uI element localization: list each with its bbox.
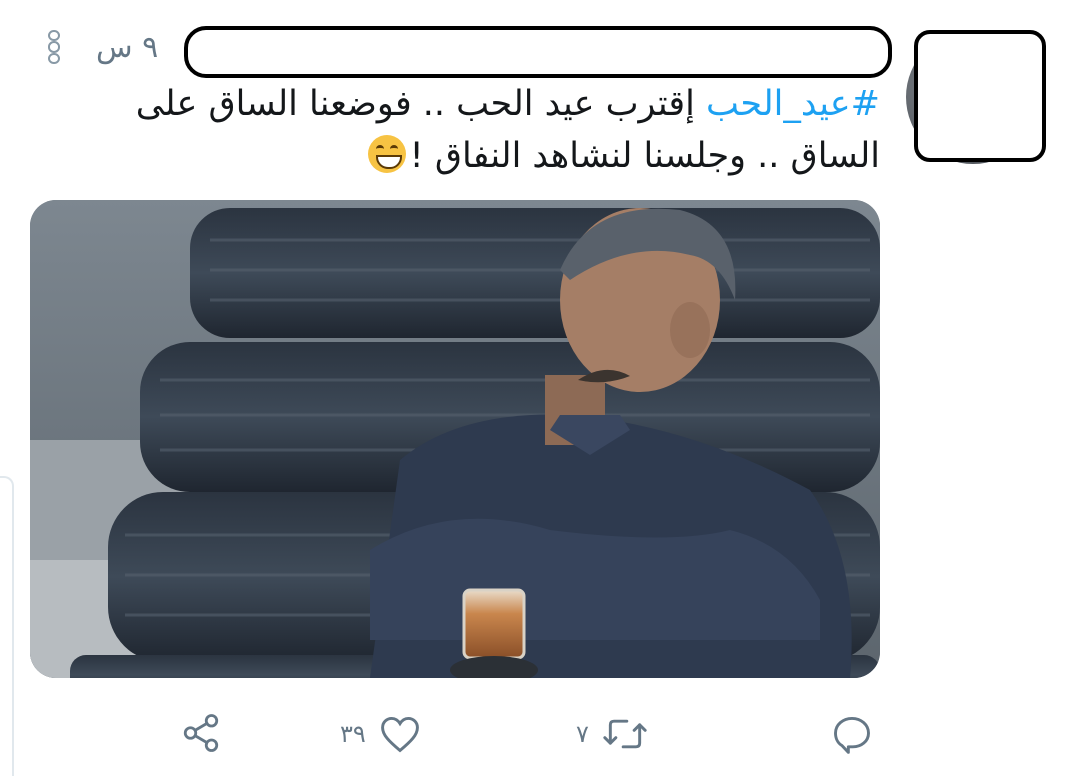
tweet-card: ٩ س #عيد_الحب إقترب عيد الحب .. فوضعنا ا… — [0, 0, 1080, 776]
tweet-text: #عيد_الحب إقترب عيد الحب .. فوضعنا الساق… — [100, 78, 880, 182]
share-icon — [183, 714, 219, 752]
share-button[interactable] — [180, 712, 222, 754]
hashtag-link[interactable]: #عيد_الحب — [706, 84, 880, 124]
heart-icon — [380, 716, 419, 753]
retweet-count: ٧ — [576, 720, 589, 748]
tweet-timestamp[interactable]: ٩ س — [96, 30, 158, 65]
photo-illustration — [30, 200, 880, 678]
grinning-face-emoji-icon — [367, 135, 406, 173]
reply-icon — [834, 716, 870, 754]
avatar-redaction — [914, 30, 1046, 162]
more-options-icon[interactable] — [44, 30, 64, 64]
tweet-actions-bar: ٣٩ ٧ — [0, 700, 1080, 770]
like-button[interactable]: ٣٩ — [340, 712, 422, 756]
tweet-photo[interactable] — [30, 200, 880, 678]
retweet-button[interactable]: ٧ — [576, 712, 649, 756]
avatar[interactable] — [900, 24, 1046, 170]
reply-button[interactable] — [830, 712, 874, 756]
like-count: ٣٩ — [340, 720, 366, 748]
retweet-icon — [603, 719, 647, 749]
username-redaction — [184, 26, 892, 78]
